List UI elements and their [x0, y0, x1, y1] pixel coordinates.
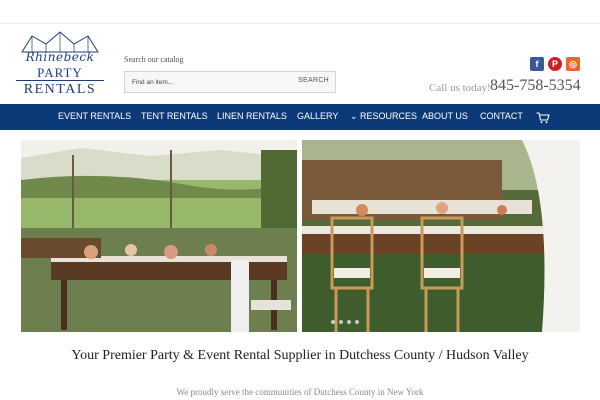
hero-image-tent-table	[21, 140, 297, 332]
top-bar	[0, 0, 600, 24]
pinterest-icon[interactable]: P	[548, 57, 562, 71]
search-input[interactable]	[125, 72, 295, 92]
page-subline: We proudly serve the communities of Dutc…	[176, 387, 424, 397]
slider-dot[interactable]	[355, 320, 359, 324]
nav-tent-rentals[interactable]: TENT RENTALS	[141, 111, 208, 121]
slider-dot[interactable]	[339, 320, 343, 324]
nav-about-us[interactable]: ABOUT US	[422, 111, 468, 121]
slider-dot[interactable]	[331, 320, 335, 324]
instagram-icon[interactable]: ◎	[566, 57, 580, 71]
nav-event-rentals[interactable]: EVENT RENTALS	[58, 111, 131, 121]
nav-resources[interactable]: ⌄ RESOURCES	[350, 111, 417, 122]
phone-number[interactable]: 845-758-5354	[490, 77, 581, 95]
site-logo[interactable]: Rhinebeck PARTY RENTALS	[16, 30, 104, 98]
search-box: SEARCH	[124, 71, 336, 93]
hero-slider[interactable]	[21, 140, 580, 332]
nav-linen-rentals[interactable]: LINEN RENTALS	[217, 111, 287, 121]
nav-contact[interactable]: CONTACT	[480, 111, 523, 121]
logo-line-3: RENTALS	[16, 80, 104, 98]
page-headline: Your Premier Party & Event Rental Suppli…	[71, 348, 529, 363]
nav-gallery[interactable]: GALLERY	[297, 111, 338, 121]
call-us-label: Call us today!	[429, 82, 491, 94]
search-button[interactable]: SEARCH	[298, 77, 329, 84]
logo-line-1: Rhinebeck	[25, 50, 95, 64]
hero-image-chiavari-chairs	[302, 140, 580, 332]
main-nav: EVENT RENTALS TENT RENTALS LINEN RENTALS…	[0, 104, 600, 130]
search-label: Search our catalog	[124, 55, 184, 64]
logo-line-2: PARTY	[37, 65, 83, 80]
slider-dot[interactable]	[347, 320, 351, 324]
shopping-cart-icon[interactable]	[536, 111, 550, 129]
facebook-icon[interactable]: f	[530, 57, 544, 71]
